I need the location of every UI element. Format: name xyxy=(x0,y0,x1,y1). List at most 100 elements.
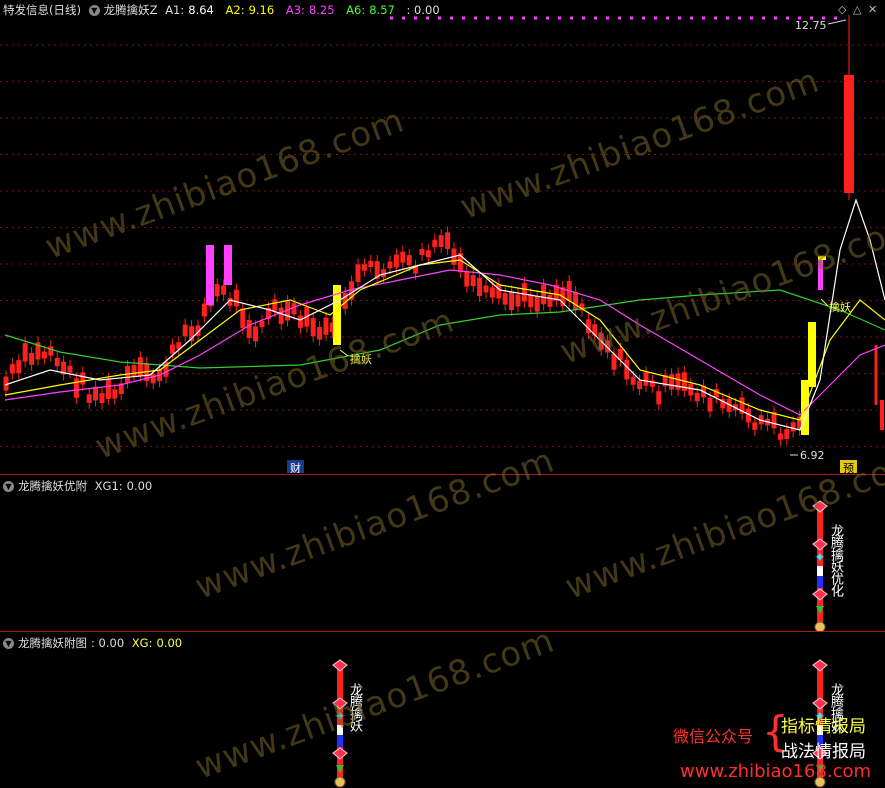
candle xyxy=(534,296,540,312)
candle xyxy=(67,365,73,373)
high-marker xyxy=(827,19,847,25)
candle xyxy=(93,386,99,401)
candle xyxy=(675,373,681,390)
candle xyxy=(105,379,111,399)
signal-label: 擒妖 xyxy=(829,301,851,314)
candle xyxy=(278,307,284,324)
candle xyxy=(400,251,406,263)
finance-badge[interactable]: 财 xyxy=(287,460,304,473)
candle xyxy=(573,292,579,310)
signal-candle xyxy=(818,256,826,260)
indicator-toggle-icon[interactable]: ▼ xyxy=(88,5,100,16)
money-bag-icon xyxy=(814,621,826,631)
candle xyxy=(182,324,188,337)
up-arrow-icon[interactable]: △ xyxy=(853,3,861,16)
forecast-badge[interactable]: 预 xyxy=(840,460,857,473)
signal-candle xyxy=(224,245,232,285)
candle xyxy=(253,326,259,342)
gem-icon xyxy=(812,500,828,513)
candle xyxy=(80,372,86,385)
indicator-a6: A6: 8.57 xyxy=(346,3,395,17)
sub1-xg-label: XG1: xyxy=(94,479,123,493)
candle xyxy=(22,343,28,362)
signal-bar xyxy=(817,566,823,576)
sub2-title: 龙腾擒妖附图 xyxy=(18,636,87,650)
candle xyxy=(656,391,662,405)
gem-icon xyxy=(332,659,348,672)
candle xyxy=(323,317,329,335)
main-chart-panel[interactable]: 特发信息(日线) ▼ 龙腾擒妖Z A1: 8.64 A2: 9.16 A3: 8.25 … xyxy=(0,0,885,473)
candle xyxy=(637,380,643,390)
panel-divider[interactable] xyxy=(0,474,885,475)
sub2-header: ▼ 龙腾擒妖附图: 0.00 XG: 0.00 xyxy=(3,635,186,651)
candle xyxy=(16,360,22,374)
candle xyxy=(259,320,265,328)
sub1-header: ▼ 龙腾擒妖优附 XG1: 0.00 xyxy=(3,478,156,494)
candle xyxy=(777,433,783,440)
candle xyxy=(521,282,527,302)
stock-title: 特发信息(日线) xyxy=(3,3,81,17)
candle xyxy=(713,389,719,398)
diamond-icon[interactable]: ◇ xyxy=(838,3,846,16)
candle xyxy=(48,346,54,356)
signal-label: 擒妖 xyxy=(350,353,372,366)
gem-icon xyxy=(332,747,348,760)
promo-line-1: 指标情报局 xyxy=(781,717,866,737)
candle xyxy=(515,294,521,307)
ma-line xyxy=(4,198,885,431)
close-icon[interactable]: ✕ xyxy=(868,3,877,16)
candle xyxy=(54,357,60,367)
low-price-label: 6.92 xyxy=(800,449,825,462)
signal-bar xyxy=(337,725,343,735)
candle xyxy=(438,235,444,248)
sub1-xg-value: 0.00 xyxy=(126,479,153,493)
main-header: 特发信息(日线) ▼ 龙腾擒妖Z A1: 8.64 A2: 9.16 A3: 8.25 … xyxy=(3,2,444,18)
candle xyxy=(790,422,796,432)
gem-icon xyxy=(812,588,828,601)
signal-candle xyxy=(818,260,823,290)
candle xyxy=(387,261,393,269)
gem-icon xyxy=(812,697,828,710)
panel-divider[interactable] xyxy=(0,631,885,632)
candle xyxy=(29,353,35,365)
candle xyxy=(489,287,495,298)
sub1-title: 龙腾擒妖优附 xyxy=(18,479,87,493)
candle xyxy=(150,374,156,384)
signal-candle xyxy=(808,322,816,387)
candle xyxy=(169,344,175,354)
candle xyxy=(221,285,227,295)
candle xyxy=(406,255,412,266)
indicator-toggle-icon[interactable]: ▼ xyxy=(3,638,14,649)
ma-line xyxy=(4,289,885,369)
candle xyxy=(502,293,508,305)
candle xyxy=(317,327,323,340)
wechat-label: 微信公众号 xyxy=(673,727,754,746)
indicator-a1: A1: 8.64 xyxy=(165,3,214,17)
candle xyxy=(86,394,92,403)
butterfly-icon: ✦ xyxy=(814,550,826,566)
sub1-canvas: ✦ xyxy=(812,500,828,631)
candle xyxy=(233,289,239,307)
candle xyxy=(310,318,316,337)
candle xyxy=(112,389,118,399)
candle xyxy=(272,299,278,311)
candle xyxy=(432,239,438,248)
candle xyxy=(9,364,15,374)
indicator-toggle-icon[interactable]: ▼ xyxy=(3,481,14,492)
candle xyxy=(624,359,630,380)
candle xyxy=(419,248,425,255)
sub2-xg-value: 0.00 xyxy=(156,636,183,650)
candle xyxy=(355,264,361,282)
indicator-trailing: : 0.00 xyxy=(406,3,440,17)
promo-site: www.zhibiao168.com xyxy=(680,761,872,782)
indicator-name: 龙腾擒妖Z xyxy=(103,3,158,17)
candle xyxy=(214,284,220,297)
sub2-value: : 0.00 xyxy=(91,636,125,650)
candle xyxy=(131,365,137,376)
candle xyxy=(425,250,431,258)
indicator-a3: A3: 8.25 xyxy=(285,3,335,17)
candle xyxy=(771,412,777,429)
candle xyxy=(41,351,47,359)
sub-chart-panel-1[interactable]: ✦ ▼ 龙腾擒妖优附 XG1: 0.00 龙腾擒妖优化 xyxy=(0,476,885,631)
candle xyxy=(445,232,451,249)
